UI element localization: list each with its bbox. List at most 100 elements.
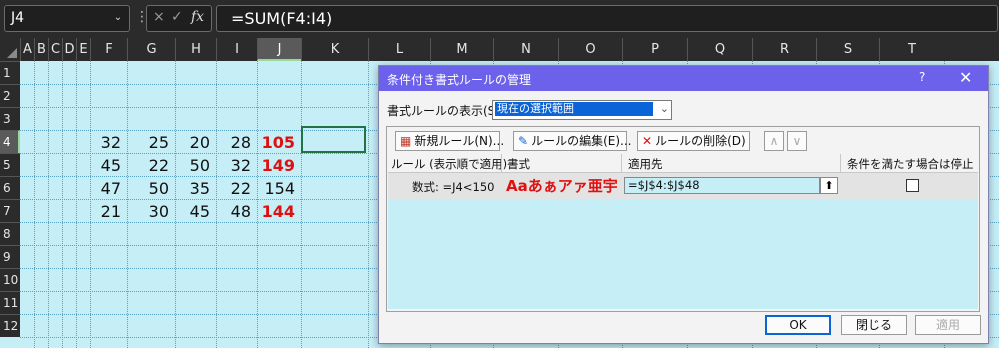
cell-j6[interactable]: 154 <box>257 179 301 198</box>
column-header-e[interactable]: E <box>76 38 90 61</box>
cell-h5[interactable]: 50 <box>175 156 216 175</box>
grid-vline <box>62 61 63 348</box>
dialog-titlebar: 条件付き書式ルールの管理 ? ✕ <box>379 66 988 91</box>
rules-table-header: ルール (表示順で適用) 書式 適用先 条件を満たす場合は停止 <box>388 154 978 173</box>
header-divider <box>621 154 622 172</box>
chevron-down-icon: ⌄ <box>659 102 669 115</box>
formula-input[interactable]: =SUM(F4:I4) <box>216 5 998 32</box>
row-header-5[interactable]: 5 <box>0 153 20 176</box>
edit-icon: ✎ <box>518 134 529 148</box>
rule-condition: 数式: =J4<150 <box>412 180 495 194</box>
column-header-q[interactable]: Q <box>687 38 752 61</box>
cell-g6[interactable]: 50 <box>127 179 175 198</box>
column-header-c[interactable]: C <box>48 38 62 61</box>
chevron-down-icon[interactable]: ⌄ <box>111 10 125 24</box>
apply-button[interactable]: 適用 <box>915 315 981 335</box>
column-header-n[interactable]: N <box>493 38 558 61</box>
enter-icon[interactable]: ✓ <box>171 9 183 25</box>
column-header-r[interactable]: R <box>752 38 816 61</box>
applies-to-input[interactable]: =$J$4:$J$48 <box>624 177 820 194</box>
active-cell <box>301 126 366 153</box>
close-icon[interactable]: ✕ <box>959 68 972 87</box>
show-rules-value: 現在の選択範囲 <box>495 102 653 116</box>
column-header-o[interactable]: O <box>558 38 622 61</box>
cell-g4[interactable]: 25 <box>127 133 175 152</box>
name-box-value: J4 <box>11 10 25 26</box>
edit-rule-button[interactable]: ✎ ルールの編集(E)... <box>513 131 631 151</box>
row-header-10[interactable]: 10 <box>0 268 20 291</box>
column-header-l[interactable]: L <box>368 38 430 61</box>
rule-format-preview: Aaあぁアァ亜宇 <box>506 177 618 195</box>
cell-g5[interactable]: 22 <box>127 156 175 175</box>
col-format: 書式 <box>507 157 530 171</box>
new-rule-button[interactable]: ▦ 新規ルール(N)... <box>395 131 504 151</box>
name-box[interactable]: J4 ⌄ <box>4 5 130 32</box>
collapse-range-icon[interactable]: ⬆ <box>820 177 838 194</box>
cell-g7[interactable]: 30 <box>127 202 175 221</box>
column-header-i[interactable]: I <box>216 38 257 61</box>
column-header-p[interactable]: P <box>622 38 687 61</box>
cell-i6[interactable]: 22 <box>216 179 257 198</box>
show-rules-label: 書式ルールの表示(S): <box>387 104 505 118</box>
select-all-corner[interactable] <box>0 38 20 61</box>
column-header-k[interactable]: K <box>301 38 368 61</box>
cell-f6[interactable]: 47 <box>90 179 127 198</box>
column-header-s[interactable]: S <box>816 38 879 61</box>
cell-h4[interactable]: 20 <box>175 133 216 152</box>
row-header-2[interactable]: 2 <box>0 84 20 107</box>
cell-h6[interactable]: 35 <box>175 179 216 198</box>
col-applies-to: 適用先 <box>628 157 663 171</box>
cell-j7[interactable]: 144 <box>257 202 301 221</box>
cell-f5[interactable]: 45 <box>90 156 127 175</box>
column-header-d[interactable]: D <box>62 38 76 61</box>
column-header-t[interactable]: T <box>879 38 944 61</box>
new-rule-label: 新規ルール(N)... <box>414 134 505 148</box>
grid-vline <box>48 61 49 348</box>
cell-i4[interactable]: 28 <box>216 133 257 152</box>
row-header-9[interactable]: 9 <box>0 245 20 268</box>
header-divider <box>501 154 502 172</box>
stop-if-true-checkbox[interactable] <box>906 179 919 192</box>
cell-f7[interactable]: 21 <box>90 202 127 221</box>
cell-h7[interactable]: 45 <box>175 202 216 221</box>
cell-j5[interactable]: 149 <box>257 156 301 175</box>
row-header-12[interactable]: 12 <box>0 314 20 337</box>
insert-function-icon[interactable]: fx <box>191 9 204 25</box>
row-header-8[interactable]: 8 <box>0 222 20 245</box>
row-header-1[interactable]: 1 <box>0 61 20 84</box>
grid-vline <box>301 61 302 348</box>
row-header-6[interactable]: 6 <box>0 176 20 199</box>
cancel-icon[interactable]: × <box>153 9 165 25</box>
cell-f4[interactable]: 32 <box>90 133 127 152</box>
delete-rule-button[interactable]: ✕ ルールの削除(D) <box>637 131 750 151</box>
row-header-7[interactable]: 7 <box>0 199 20 222</box>
edit-rule-label: ルールの編集(E)... <box>531 134 632 148</box>
rule-row[interactable]: 数式: =J4<150 Aaあぁアァ亜宇 =$J$4:$J$48 ⬆ <box>388 173 978 199</box>
cf-rules-manager-dialog: 条件付き書式ルールの管理 ? ✕ 書式ルールの表示(S): 現在の選択範囲 ⌄ … <box>378 65 989 344</box>
cell-i5[interactable]: 32 <box>216 156 257 175</box>
show-rules-select[interactable]: 現在の選択範囲 ⌄ <box>492 100 672 120</box>
formula-text: =SUM(F4:I4) <box>231 9 333 28</box>
column-header-h[interactable]: H <box>175 38 216 61</box>
row-header-3[interactable]: 3 <box>0 107 20 130</box>
cell-j4[interactable]: 105 <box>257 133 301 152</box>
move-up-button[interactable]: ∧ <box>764 131 784 151</box>
row-header-4[interactable]: 4 <box>0 130 20 153</box>
formula-bar: J4 ⌄ ⋮ × ✓ fx =SUM(F4:I4) <box>0 0 999 38</box>
close-button[interactable]: 閉じる <box>841 315 907 335</box>
rules-list-empty-area <box>388 199 978 309</box>
column-header-a[interactable]: A <box>20 38 34 61</box>
column-header-m[interactable]: M <box>430 38 493 61</box>
header-divider <box>840 154 841 172</box>
column-header-g[interactable]: G <box>127 38 175 61</box>
move-down-button[interactable]: ∨ <box>787 131 807 151</box>
help-icon[interactable]: ? <box>919 70 925 84</box>
cell-i7[interactable]: 48 <box>216 202 257 221</box>
ok-button[interactable]: OK <box>765 315 831 335</box>
column-header-f[interactable]: F <box>90 38 127 61</box>
column-header-j[interactable]: J <box>257 38 301 61</box>
column-header-b[interactable]: B <box>34 38 48 61</box>
row-header-11[interactable]: 11 <box>0 291 20 314</box>
grid-vline <box>368 61 369 348</box>
col-stop-if-true: 条件を満たす場合は停止 <box>847 157 974 171</box>
